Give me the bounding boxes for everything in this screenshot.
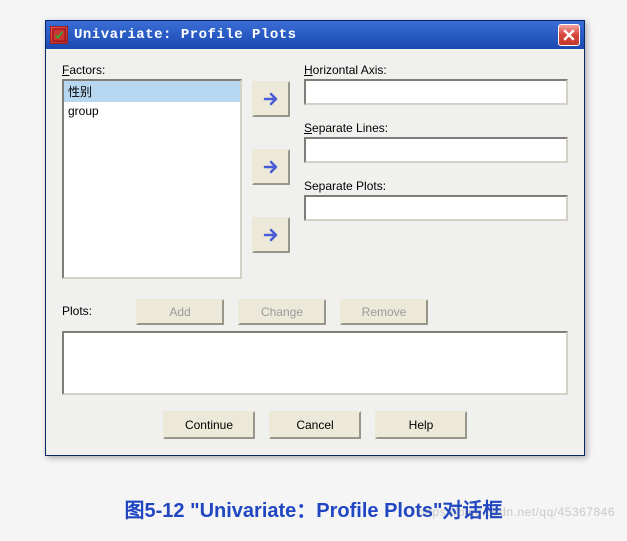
horizontal-axis-input[interactable]: [304, 79, 568, 105]
factors-listbox[interactable]: 性别 group: [62, 79, 242, 279]
close-button[interactable]: [558, 24, 580, 46]
change-button[interactable]: Change: [238, 299, 326, 325]
arrow-right-icon: [261, 225, 281, 245]
list-item[interactable]: group: [64, 102, 240, 120]
move-to-lines-button[interactable]: [252, 149, 290, 185]
factors-label: Factors:: [62, 63, 242, 77]
add-button[interactable]: Add: [136, 299, 224, 325]
separate-plots-label: Separate Plots:: [304, 179, 568, 193]
close-icon: [563, 29, 575, 41]
plots-listbox[interactable]: [62, 331, 568, 395]
separate-plots-input[interactable]: [304, 195, 568, 221]
dialog-body: Factors: 性别 group Horizont: [46, 49, 584, 455]
continue-button[interactable]: Continue: [163, 411, 255, 439]
remove-button[interactable]: Remove: [340, 299, 428, 325]
separate-lines-input[interactable]: [304, 137, 568, 163]
separate-lines-label: Separate Lines:: [304, 121, 568, 135]
move-to-plots-button[interactable]: [252, 217, 290, 253]
watermark-text: https://blog.csdn.net/qq/45367846: [418, 505, 615, 519]
arrow-right-icon: [261, 157, 281, 177]
plots-label: Plots:: [62, 304, 122, 318]
titlebar: Univariate: Profile Plots: [46, 21, 584, 49]
move-to-horizontal-button[interactable]: [252, 81, 290, 117]
dialog-window: Univariate: Profile Plots Factors: 性别 gr…: [45, 20, 585, 456]
app-icon: [50, 26, 68, 44]
arrow-right-icon: [261, 89, 281, 109]
help-button[interactable]: Help: [375, 411, 467, 439]
horizontal-axis-label: Horizontal Axis:: [304, 63, 568, 77]
window-title: Univariate: Profile Plots: [74, 27, 558, 43]
list-item[interactable]: 性别: [64, 81, 240, 102]
cancel-button[interactable]: Cancel: [269, 411, 361, 439]
